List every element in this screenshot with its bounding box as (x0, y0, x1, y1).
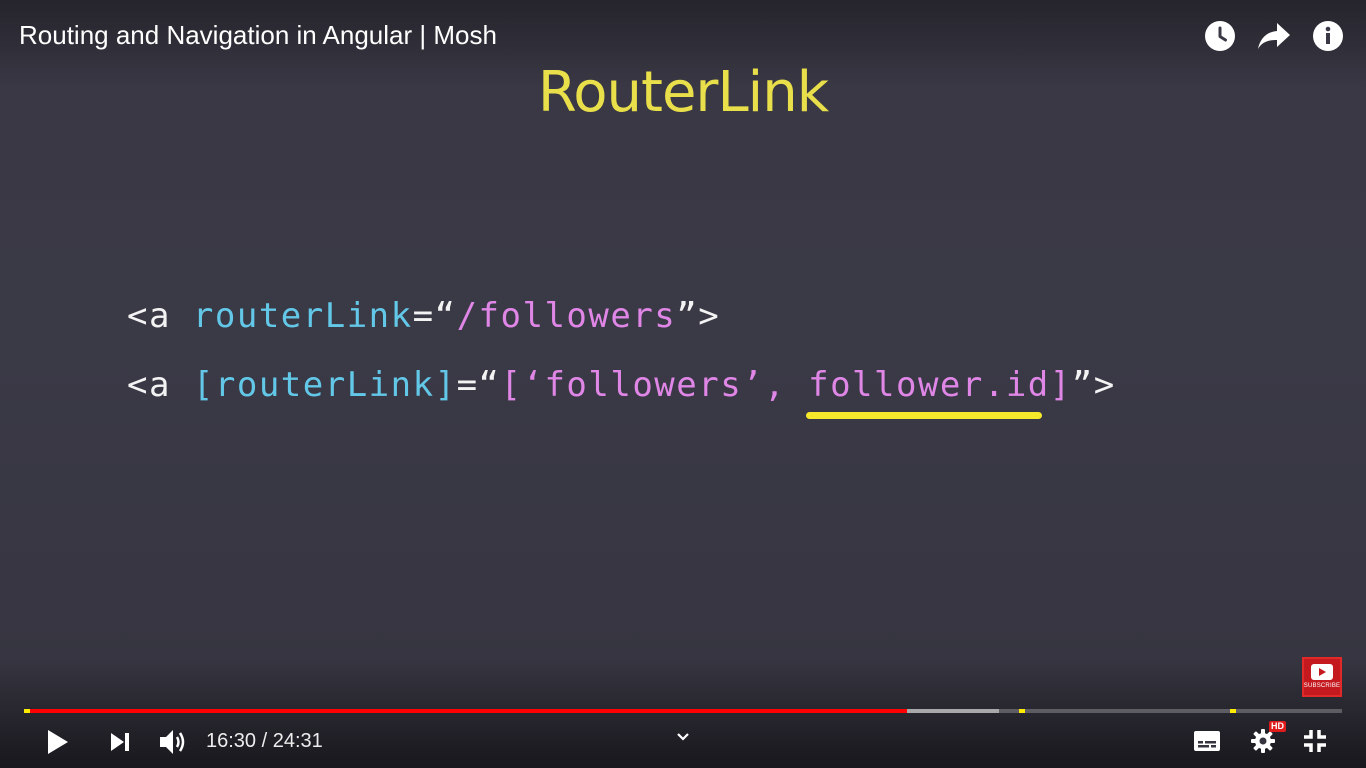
chapter-marker (24, 709, 30, 713)
code-attribute: routerLink (192, 296, 413, 336)
play-button[interactable] (40, 725, 76, 759)
exit-fullscreen-icon (1304, 730, 1326, 752)
info-icon[interactable] (1310, 18, 1346, 54)
exit-fullscreen-button[interactable] (1298, 725, 1332, 757)
chevron-down-icon (677, 733, 689, 741)
top-actions (1202, 18, 1346, 54)
volume-icon (160, 730, 185, 754)
settings-button[interactable]: HD (1246, 721, 1286, 757)
play-icon (48, 730, 68, 754)
code-tag-close: ”> (676, 296, 721, 336)
code-line-2: <a [routerLink]=“[‘followers’, follower.… (127, 365, 1116, 405)
expand-chevron-button[interactable] (672, 726, 694, 748)
volume-button[interactable] (154, 724, 192, 760)
code-value: [‘followers’, (500, 365, 809, 405)
subtitles-button[interactable] (1190, 725, 1224, 757)
progress-bar[interactable] (24, 709, 1342, 713)
time-display: 16:30 / 24:31 (206, 730, 323, 752)
code-line-1: <a routerLink=“/followers”> (127, 296, 720, 336)
video-title[interactable]: Routing and Navigation in Angular | Mosh (19, 18, 497, 52)
subscribe-button[interactable]: SUBSCRIBE (1302, 657, 1342, 697)
player-controls: 16:30 / 24:31 HD (0, 716, 1366, 768)
chapter-marker (1019, 709, 1026, 713)
code-tag-close: ”> (1071, 365, 1116, 405)
code-tag-open: <a (127, 365, 193, 405)
code-value-highlighted: follower.id] (808, 365, 1072, 405)
code-tag-open: <a (127, 296, 193, 336)
watch-later-icon[interactable] (1202, 18, 1238, 54)
code-equals: =“ (456, 365, 501, 405)
video-frame[interactable]: Routing and Navigation in Angular | Mosh… (0, 0, 1366, 768)
share-icon[interactable] (1256, 18, 1292, 54)
code-attribute: [routerLink] (192, 365, 457, 405)
hd-badge: HD (1269, 721, 1286, 732)
code-equals: =“ (412, 296, 457, 336)
subtitles-icon (1194, 731, 1220, 751)
highlight-underline (806, 412, 1042, 419)
skip-next-icon (111, 733, 129, 751)
progress-played (24, 709, 908, 713)
next-button[interactable] (104, 725, 136, 759)
chapter-marker (1229, 709, 1236, 713)
subscribe-label: SUBSCRIBE (1303, 683, 1341, 689)
slide-title: RouterLink (537, 60, 829, 125)
code-value: /followers (456, 296, 677, 336)
youtube-logo-icon (1311, 664, 1333, 680)
